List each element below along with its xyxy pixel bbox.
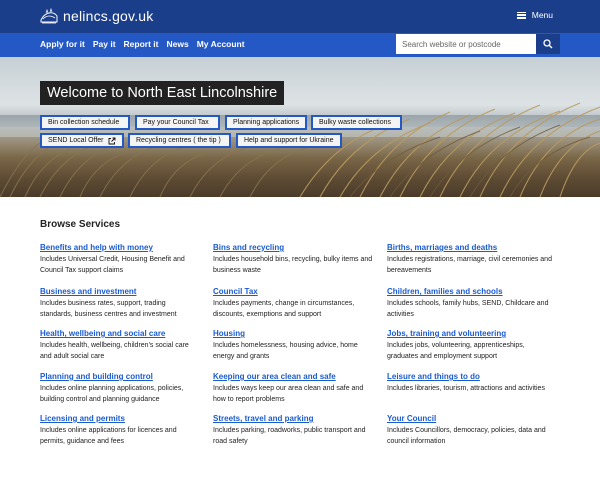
service-item: Leisure and things to do Includes librar… — [387, 372, 557, 395]
search-button[interactable] — [536, 34, 560, 54]
quick-link-planning[interactable]: Planning applications — [225, 115, 307, 130]
service-description: Includes parking, roadworks, public tran… — [213, 427, 366, 445]
service-item: Housing Includes homelessness, housing a… — [213, 329, 373, 362]
quick-link-bulky-waste[interactable]: Bulky waste collections — [311, 115, 402, 130]
service-link[interactable]: Benefits and help with money — [40, 243, 200, 253]
service-description: Includes online planning applications, p… — [40, 385, 184, 403]
service-item: Bins and recycling Includes household bi… — [213, 243, 373, 276]
service-link[interactable]: Streets, travel and parking — [213, 414, 373, 424]
service-item: Births, marriages and deaths Includes re… — [387, 243, 557, 276]
service-item: Licensing and permits Includes online ap… — [40, 414, 200, 447]
service-item: Council Tax Includes payments, change in… — [213, 287, 373, 320]
service-link[interactable]: Leisure and things to do — [387, 372, 557, 382]
nav-report-it[interactable]: Report it — [124, 39, 159, 49]
service-link[interactable]: Business and investment — [40, 287, 200, 297]
service-description: Includes Universal Credit, Housing Benef… — [40, 256, 185, 274]
quick-link-label: Planning applications — [233, 119, 300, 126]
service-link[interactable]: Licensing and permits — [40, 414, 200, 424]
quick-link-bin-collection[interactable]: Bin collection schedule — [40, 115, 130, 130]
service-link[interactable]: Housing — [213, 329, 373, 339]
service-description: Includes health, wellbeing, children's s… — [40, 342, 189, 360]
service-description: Includes jobs, volunteering, apprentices… — [387, 342, 525, 360]
service-description: Includes libraries, tourism, attractions… — [387, 385, 545, 392]
council-logo-icon[interactable] — [40, 8, 58, 25]
service-link[interactable]: Jobs, training and volunteering — [387, 329, 557, 339]
service-description: Includes schools, family hubs, SEND, Chi… — [387, 300, 549, 318]
service-link[interactable]: Council Tax — [213, 287, 373, 297]
service-description: Includes online applications for licence… — [40, 427, 177, 445]
quick-link-label: Pay your Council Tax — [143, 119, 209, 126]
service-item: Business and investment Includes busines… — [40, 287, 200, 320]
site-name[interactable]: nelincs.gov.uk — [63, 8, 153, 24]
quick-link-label: Recycling centres ( the tip ) — [136, 137, 221, 144]
service-description: Includes ways keep our area clean and sa… — [213, 385, 364, 403]
service-link[interactable]: Keeping our area clean and safe — [213, 372, 373, 382]
quick-link-label: Help and support for Ukraine — [244, 137, 334, 144]
nav-apply-for-it[interactable]: Apply for it — [40, 39, 85, 49]
service-description: Includes homelessness, housing advice, h… — [213, 342, 358, 360]
service-item: Keeping our area clean and safe Includes… — [213, 372, 373, 405]
service-item: Jobs, training and volunteering Includes… — [387, 329, 557, 362]
menu-label: Menu — [531, 10, 553, 20]
search-form — [396, 34, 560, 54]
quick-link-label: Bin collection schedule — [48, 119, 120, 126]
service-link[interactable]: Your Council — [387, 414, 557, 424]
service-link[interactable]: Children, families and schools — [387, 287, 557, 297]
service-description: Includes household bins, recycling, bulk… — [213, 256, 373, 274]
nav-news[interactable]: News — [167, 39, 189, 49]
quick-link-ukraine-support[interactable]: Help and support for Ukraine — [236, 133, 342, 148]
quick-link-label: SEND Local Offer — [48, 137, 104, 144]
service-item: Planning and building control Includes o… — [40, 372, 200, 405]
quick-link-send-local-offer[interactable]: SEND Local Offer — [40, 133, 124, 148]
quick-link-recycling-centres[interactable]: Recycling centres ( the tip ) — [128, 133, 231, 148]
external-link-icon — [108, 137, 115, 144]
service-link[interactable]: Health, wellbeing and social care — [40, 329, 200, 339]
quick-link-council-tax[interactable]: Pay your Council Tax — [135, 115, 220, 130]
quick-link-label: Bulky waste collections — [319, 119, 391, 126]
search-icon — [543, 39, 553, 49]
browse-services-heading: Browse Services — [40, 219, 121, 230]
service-description: Includes payments, change in circumstanc… — [213, 300, 355, 318]
service-description: Includes Councillors, democracy, policie… — [387, 427, 546, 445]
hero-title: Welcome to North East Lincolnshire — [40, 81, 285, 105]
service-item: Streets, travel and parking Includes par… — [213, 414, 373, 447]
service-item: Health, wellbeing and social care Includ… — [40, 329, 200, 362]
service-item: Your Council Includes Councillors, democ… — [387, 414, 557, 447]
hero-banner: Welcome to North East Lincolnshire Bin c… — [0, 57, 600, 197]
service-link[interactable]: Bins and recycling — [213, 243, 373, 253]
service-description: Includes business rates, support, tradin… — [40, 300, 177, 318]
service-description: Includes registrations, marriage, civil … — [387, 256, 552, 274]
search-input[interactable] — [396, 34, 536, 54]
nav-my-account[interactable]: My Account — [197, 39, 245, 49]
service-link[interactable]: Planning and building control — [40, 372, 200, 382]
service-item: Benefits and help with money Includes Un… — [40, 243, 200, 276]
service-link[interactable]: Births, marriages and deaths — [387, 243, 557, 253]
nav-pay-it[interactable]: Pay it — [93, 39, 116, 49]
service-item: Children, families and schools Includes … — [387, 287, 557, 320]
menu-button[interactable]: Menu — [516, 10, 553, 20]
hamburger-icon — [516, 11, 526, 19]
site-header: nelincs.gov.uk Menu — [0, 0, 600, 33]
